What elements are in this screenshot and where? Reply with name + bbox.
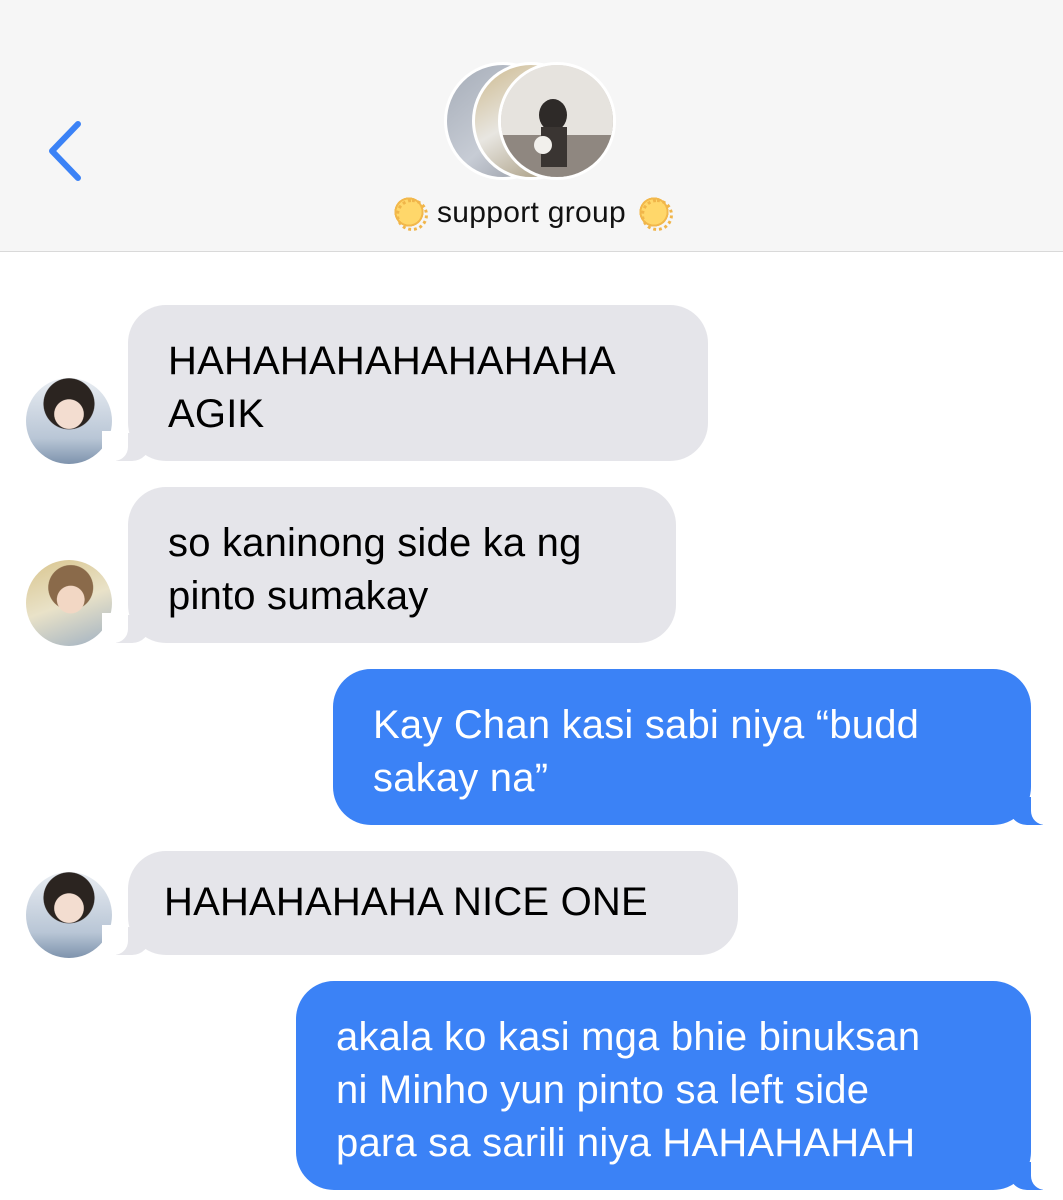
sun-with-face-icon <box>392 196 428 231</box>
chevron-left-icon <box>49 121 81 181</box>
message-text: HAHAHAHAHA NICE ONE <box>164 880 648 924</box>
sender-avatar[interactable] <box>26 560 112 646</box>
outgoing-message-bubble[interactable]: akala ko kasi mga bhie binuksan ni Minho… <box>296 981 1057 1190</box>
message-text: akala ko kasi mga bhie binuksan ni Minho… <box>336 1015 921 1165</box>
incoming-message-bubble[interactable]: HAHAHAHAHAHAHAHA AGIK <box>102 305 708 461</box>
sender-avatar[interactable] <box>26 378 112 464</box>
message-text: Kay Chan kasi sabi niya “budd sakay na” <box>373 703 920 800</box>
incoming-message-bubble[interactable]: so kaninong side ka ng pinto sumakay <box>102 487 676 643</box>
group-name: support group <box>436 196 627 229</box>
group-title[interactable]: support group <box>0 196 1063 231</box>
message-text: HAHAHAHAHAHAHAHA AGIK <box>168 339 616 436</box>
sun-with-face-icon <box>638 196 674 231</box>
back-button[interactable] <box>38 118 98 184</box>
group-avatar-stack[interactable] <box>444 62 624 182</box>
sender-avatar[interactable] <box>26 872 112 958</box>
message-text: so kaninong side ka ng pinto sumakay <box>168 521 582 618</box>
outgoing-message-bubble[interactable]: Kay Chan kasi sabi niya “budd sakay na” <box>333 669 1057 825</box>
incoming-message-bubble[interactable]: HAHAHAHAHA NICE ONE <box>102 851 738 955</box>
chat-header: support group <box>0 0 1063 252</box>
group-avatar-3 <box>498 62 616 180</box>
profile-photo-icon <box>501 65 613 177</box>
